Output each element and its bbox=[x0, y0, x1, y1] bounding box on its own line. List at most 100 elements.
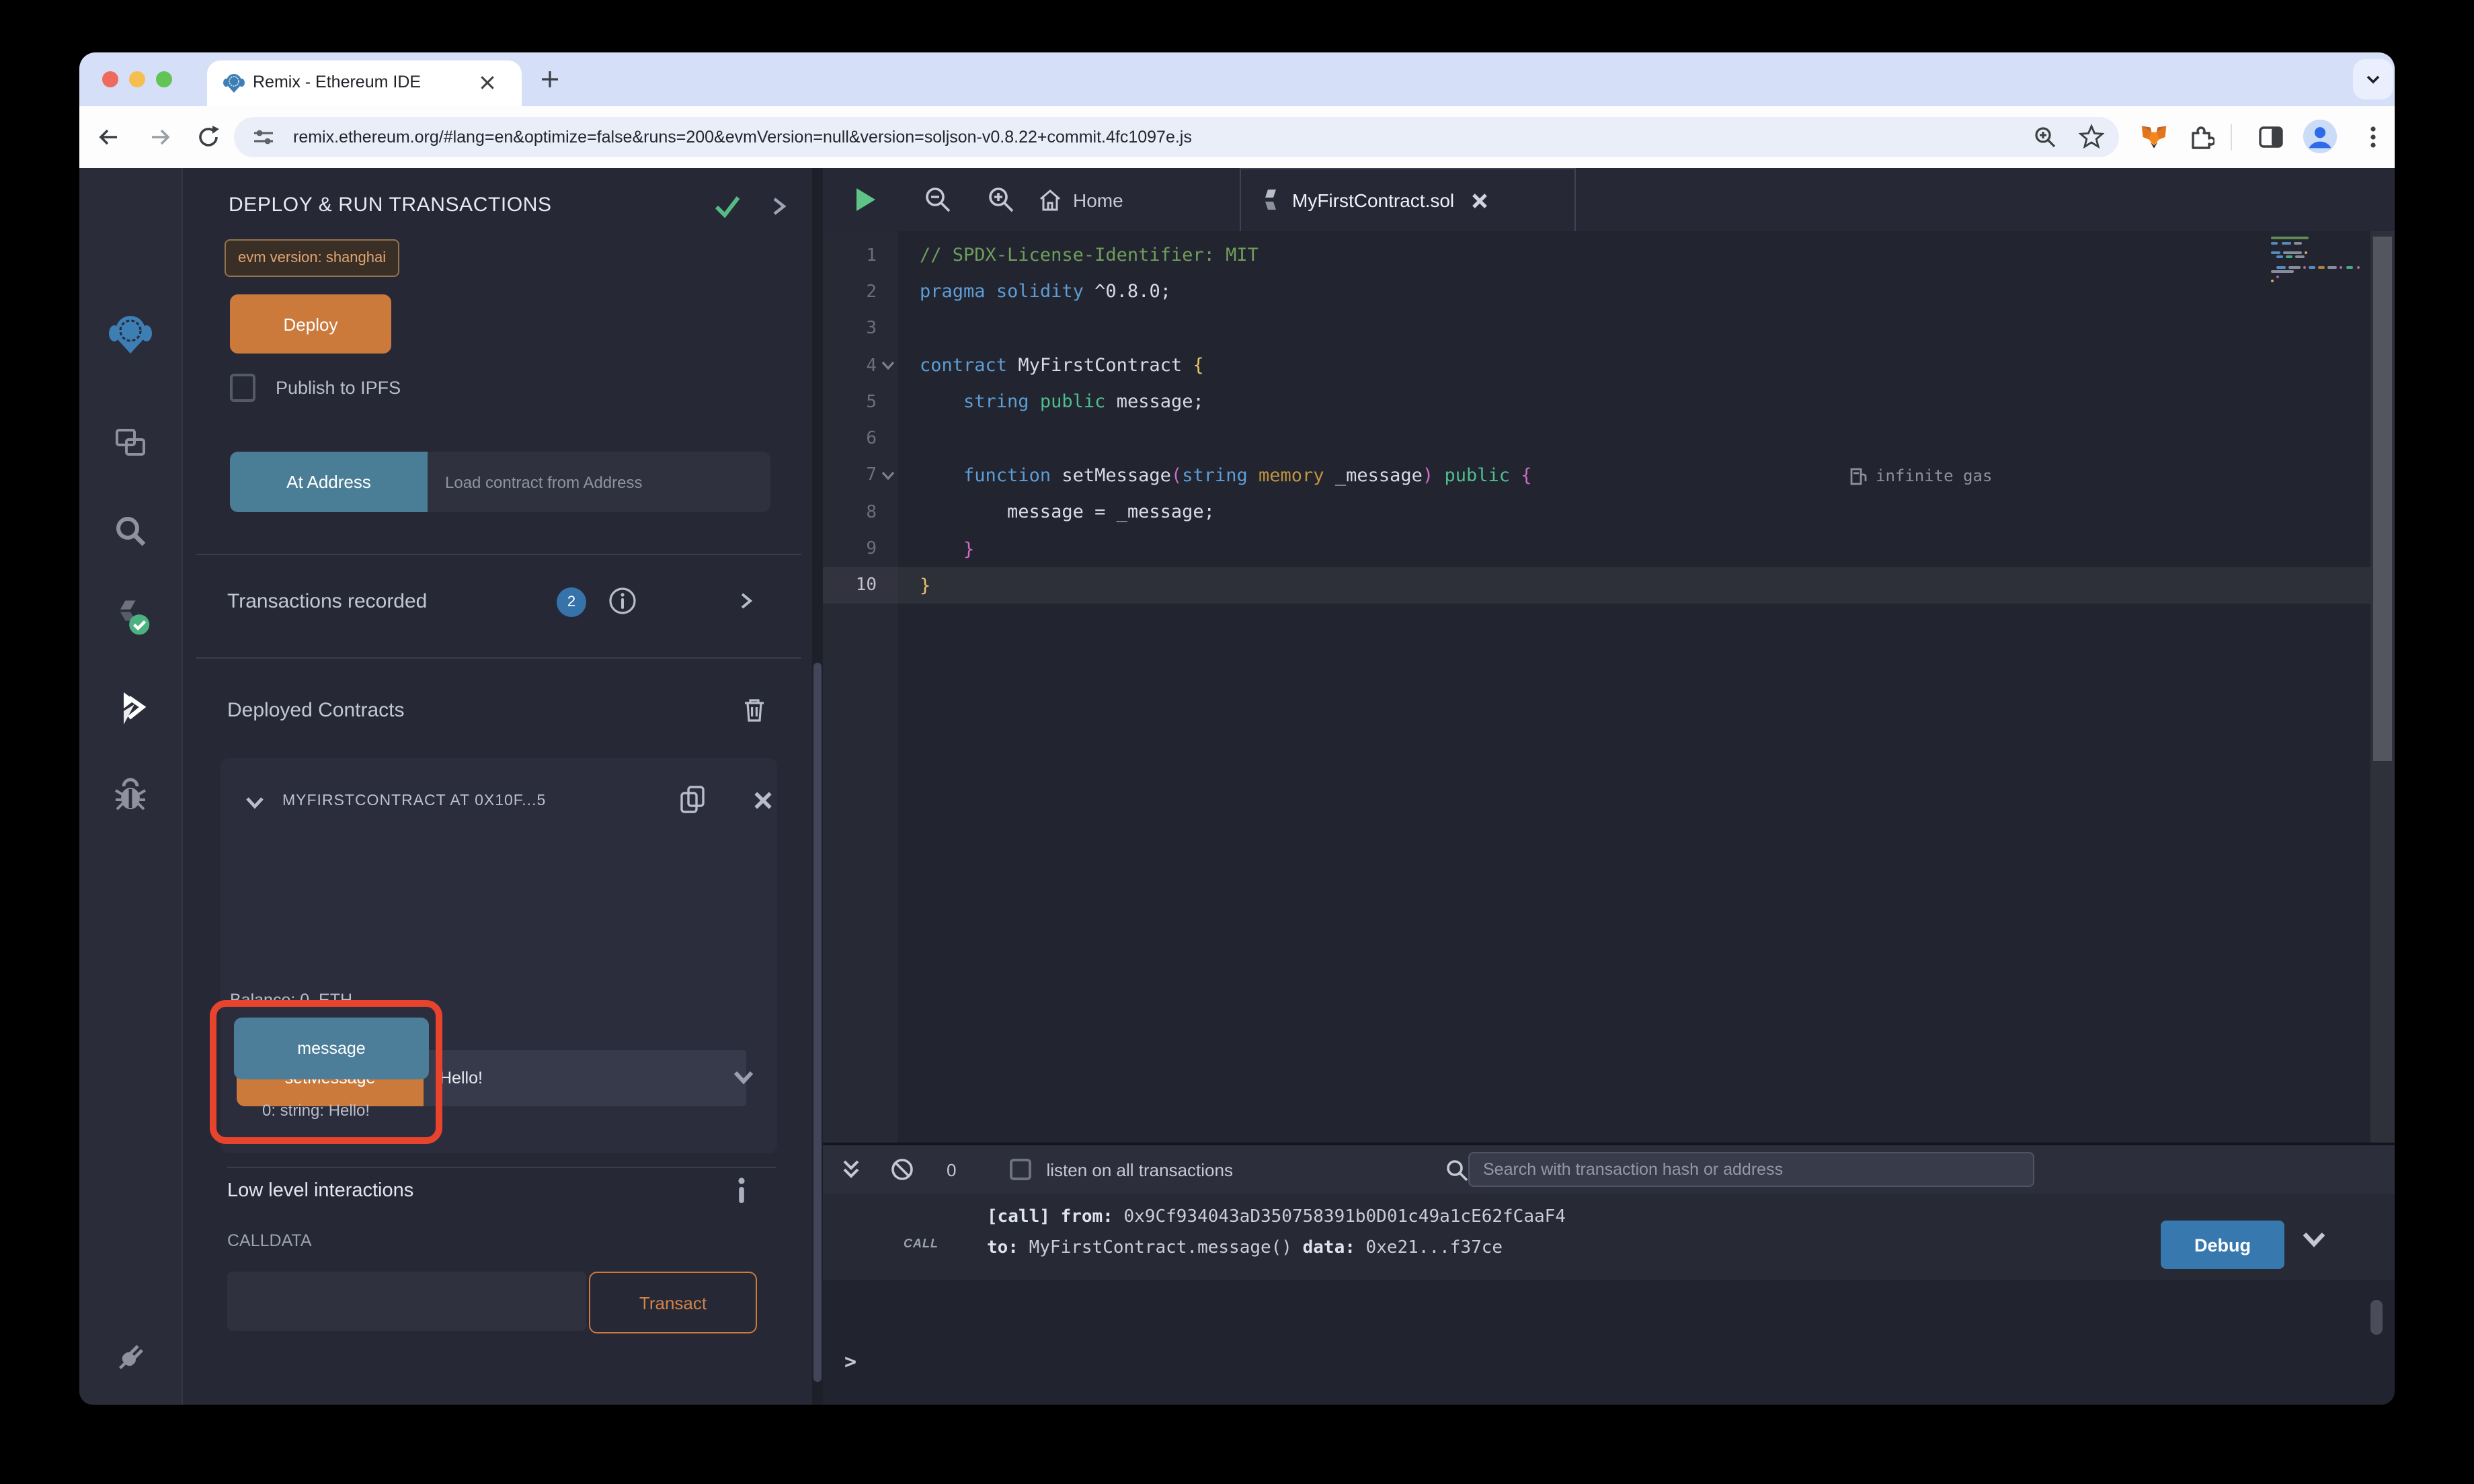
editor-scrollbar[interactable] bbox=[2370, 231, 2395, 1143]
deploy-run-icon-active[interactable] bbox=[109, 686, 152, 729]
traffic-light-minimize[interactable] bbox=[129, 71, 145, 87]
contract-collapse-chevron-icon[interactable] bbox=[245, 796, 265, 809]
listen-all-checkbox[interactable] bbox=[1010, 1159, 1031, 1180]
fold-chevron-icon[interactable] bbox=[877, 470, 898, 481]
code-line-4[interactable]: 4contract MyFirstContract { bbox=[823, 347, 2370, 384]
terminal-count: 0 bbox=[947, 1159, 956, 1180]
profile-avatar[interactable] bbox=[2302, 118, 2338, 155]
code-text: function setMessage(string memory _messa… bbox=[920, 465, 1532, 487]
site-settings-icon[interactable] bbox=[253, 126, 274, 148]
terminal-prompt[interactable]: > bbox=[844, 1350, 856, 1374]
panel-scrollbar-thumb[interactable] bbox=[813, 663, 822, 1382]
back-icon[interactable] bbox=[95, 124, 122, 151]
transactions-expand-chevron-icon[interactable] bbox=[740, 591, 753, 610]
editor-toolbar: Home MyFirstContract.sol bbox=[823, 168, 2395, 233]
fold-chevron-icon[interactable] bbox=[877, 360, 898, 371]
remix-logo-icon[interactable] bbox=[109, 313, 152, 356]
code-text: // SPDX-License-Identifier: MIT bbox=[920, 245, 1259, 266]
search-plugin-icon[interactable] bbox=[109, 509, 152, 552]
code-line-8[interactable]: 8 message = _message; bbox=[823, 494, 2370, 531]
code-line-9[interactable]: 9 } bbox=[823, 531, 2370, 568]
terminal-log-entry[interactable]: CALL [call] from: 0x9Cf934043aD350758391… bbox=[823, 1194, 2395, 1280]
terminal-scrollbar-thumb[interactable] bbox=[2370, 1300, 2383, 1335]
terminal-search-input[interactable]: Search with transaction hash or address bbox=[1468, 1152, 2034, 1187]
browser-menu-icon[interactable] bbox=[2361, 124, 2385, 151]
browser-tab[interactable]: Remix - Ethereum IDE bbox=[207, 60, 522, 106]
zoom-in-icon[interactable] bbox=[987, 186, 1015, 214]
tab-close-icon[interactable] bbox=[479, 74, 496, 91]
debug-button[interactable]: Debug bbox=[2161, 1221, 2284, 1269]
divider bbox=[196, 554, 801, 555]
traffic-light-maximize[interactable] bbox=[156, 71, 172, 87]
tab-home[interactable]: Home bbox=[1038, 168, 1123, 231]
remove-contract-icon[interactable] bbox=[753, 790, 773, 811]
log-data-label: data: bbox=[1303, 1238, 1355, 1258]
code-line-1[interactable]: 1// SPDX-License-Identifier: MIT bbox=[823, 237, 2370, 274]
transactions-recorded-label: Transactions recorded bbox=[227, 590, 427, 613]
divider bbox=[196, 657, 801, 659]
debugger-icon[interactable] bbox=[109, 774, 152, 817]
at-address-button[interactable]: At Address bbox=[230, 452, 428, 512]
editor-scrollbar-thumb[interactable] bbox=[2373, 237, 2392, 761]
traffic-light-close[interactable] bbox=[102, 71, 118, 87]
set-message-input[interactable]: Hello! bbox=[424, 1050, 746, 1106]
bookmark-star-icon[interactable] bbox=[2079, 124, 2104, 149]
tab-title: Remix - Ethereum IDE bbox=[253, 73, 421, 91]
remix-iconbar bbox=[79, 168, 183, 1405]
copy-address-icon[interactable] bbox=[678, 784, 707, 816]
transact-button[interactable]: Transact bbox=[589, 1272, 757, 1333]
code-line-2[interactable]: 2pragma solidity ^0.8.0; bbox=[823, 274, 2370, 311]
deploy-run-panel: DEPLOY & RUN TRANSACTIONS evm version: s… bbox=[183, 168, 812, 1405]
zoom-out-icon[interactable] bbox=[924, 186, 952, 214]
call-type-badge: CALL bbox=[904, 1237, 939, 1250]
clear-console-icon[interactable] bbox=[890, 1157, 914, 1182]
set-message-expand-chevron-icon[interactable] bbox=[733, 1070, 754, 1085]
run-script-play-icon[interactable] bbox=[854, 187, 877, 212]
at-address-input[interactable]: Load contract from Address bbox=[428, 452, 770, 512]
plugin-manager-icon[interactable] bbox=[109, 1336, 152, 1379]
new-tab-icon[interactable] bbox=[539, 69, 561, 90]
file-explorer-icon[interactable] bbox=[109, 421, 152, 464]
solidity-file-icon bbox=[1263, 188, 1279, 212]
deployed-contracts-label: Deployed Contracts bbox=[227, 699, 404, 722]
panel-collapse-chevron-icon[interactable] bbox=[772, 196, 787, 216]
side-panel-icon[interactable] bbox=[2258, 124, 2284, 151]
url-text[interactable]: remix.ethereum.org/#lang=en&optimize=fal… bbox=[293, 128, 1192, 147]
tab-file-close-icon[interactable] bbox=[1470, 192, 1488, 209]
log-to-value: MyFirstContract.message() bbox=[1019, 1238, 1303, 1258]
message-button[interactable]: message bbox=[234, 1018, 429, 1079]
forward-icon[interactable] bbox=[147, 124, 173, 151]
code-line-10[interactable]: 10} bbox=[823, 567, 2370, 604]
url-bar[interactable]: remix.ethereum.org/#lang=en&optimize=fal… bbox=[234, 117, 2119, 157]
tab-file-active[interactable]: MyFirstContract.sol bbox=[1240, 168, 1576, 231]
collapse-terminal-icon[interactable] bbox=[842, 1159, 861, 1180]
low-level-info-icon[interactable] bbox=[735, 1178, 748, 1203]
tab-search-chevron-icon[interactable] bbox=[2353, 59, 2393, 99]
line-number: 4 bbox=[823, 356, 877, 376]
code-line-7[interactable]: 7 function setMessage(string memory _mes… bbox=[823, 458, 2370, 495]
calldata-input[interactable] bbox=[227, 1272, 586, 1331]
extensions-puzzle-icon[interactable] bbox=[2188, 124, 2214, 151]
solidity-compiler-icon[interactable] bbox=[109, 595, 152, 638]
deploy-button[interactable]: Deploy bbox=[230, 294, 391, 354]
tab-home-label: Home bbox=[1073, 189, 1123, 210]
reload-icon[interactable] bbox=[195, 124, 222, 151]
divider bbox=[227, 1167, 776, 1168]
log-text: [call] from: 0x9Cf934043aD350758391b0D01… bbox=[987, 1202, 1566, 1264]
calldata-label: CALLDATA bbox=[227, 1231, 312, 1250]
log-expand-chevron-icon[interactable] bbox=[2302, 1231, 2326, 1247]
screen: Remix - Ethereum IDE remix.ethereum.org/… bbox=[0, 0, 2474, 1484]
trash-icon[interactable] bbox=[742, 696, 766, 723]
code-line-5[interactable]: 5 string public message; bbox=[823, 384, 2370, 421]
transactions-info-icon[interactable] bbox=[608, 586, 637, 616]
metamask-extension-icon[interactable] bbox=[2139, 122, 2169, 152]
code-line-6[interactable]: 6 bbox=[823, 421, 2370, 458]
code-editor[interactable]: 1// SPDX-License-Identifier: MIT2pragma … bbox=[823, 231, 2395, 1143]
line-number: 2 bbox=[823, 282, 877, 302]
editor-minimap[interactable] bbox=[2271, 237, 2365, 285]
zoom-page-icon[interactable] bbox=[2033, 125, 2057, 149]
code-line-3[interactable]: 3 bbox=[823, 311, 2370, 347]
line-number: 9 bbox=[823, 539, 877, 559]
publish-ipfs-checkbox[interactable] bbox=[230, 374, 255, 402]
panel-scrollbar[interactable] bbox=[812, 168, 823, 1405]
